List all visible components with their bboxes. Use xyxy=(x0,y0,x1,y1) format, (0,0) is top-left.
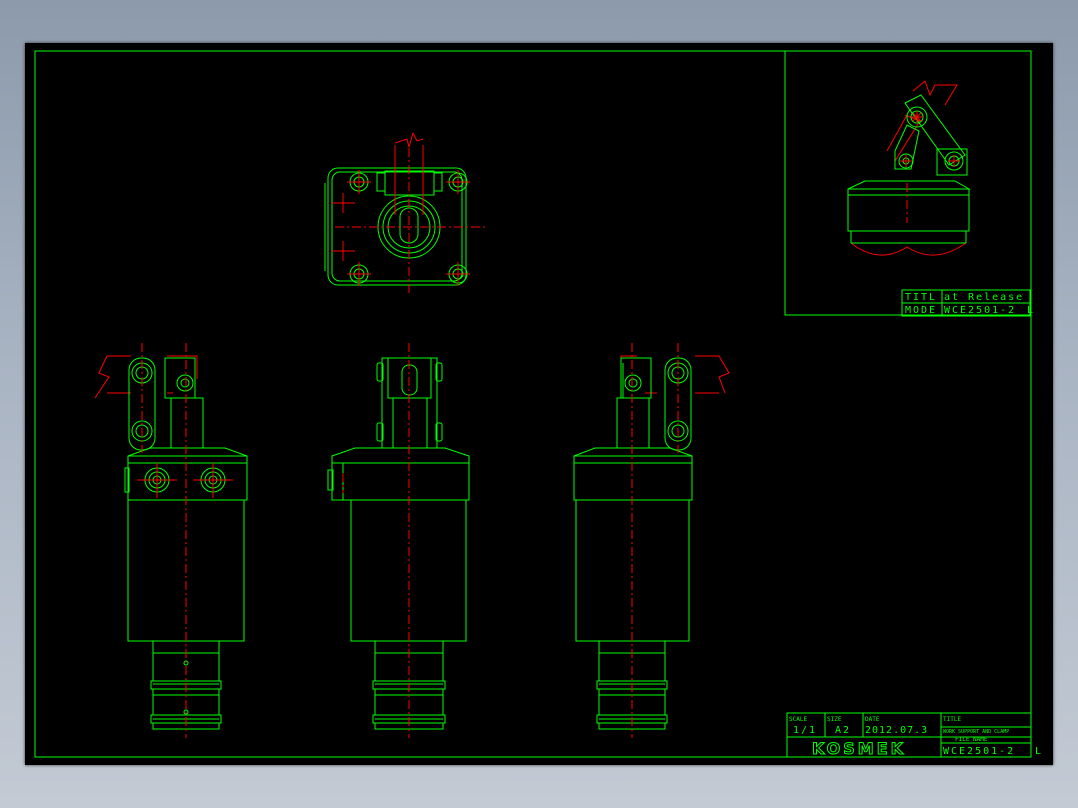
front-view-left xyxy=(94,343,248,738)
kosmek-logo: KOSMEK xyxy=(812,739,906,758)
inset-view xyxy=(847,80,971,256)
cad-drawing: TITL at Release MODE WCE2501-2 L SCALE 1… xyxy=(34,50,1041,759)
inset-title-label: TITL xyxy=(905,292,937,303)
size-label: SIZE xyxy=(827,716,842,723)
scale-label: SCALE xyxy=(789,716,807,723)
drawing-sheet: TITL at Release MODE WCE2501-2 L SCALE 1… xyxy=(25,43,1053,765)
top-view xyxy=(324,132,485,293)
front-view-center xyxy=(327,343,470,738)
title-block: SCALE 1/1 SIZE A2 DATE 2012.07.3 TITLE W… xyxy=(786,712,1041,759)
date-value: 2012.07.3 xyxy=(865,725,928,736)
front-view-right xyxy=(573,343,730,738)
inset-title-box: TITL at Release MODE WCE2501-2 L xyxy=(901,289,1033,317)
inset-title-value: at Release xyxy=(944,292,1024,303)
drawing-title-value: WORK SUPPORT AND CLAMP xyxy=(943,729,1009,735)
size-value: A2 xyxy=(835,725,851,736)
outer-border xyxy=(34,50,1032,758)
scale-value: 1/1 xyxy=(793,725,817,736)
file-name-label: FILE NAME xyxy=(955,736,988,743)
date-label: DATE xyxy=(865,716,880,723)
inset-frame xyxy=(784,50,1032,316)
file-name-value: WCE2501-2 xyxy=(943,746,1015,757)
file-name-suffix: L xyxy=(1035,746,1041,757)
inset-model-label: MODE xyxy=(905,305,937,316)
inset-model-value: WCE2501-2 xyxy=(944,305,1016,316)
inset-model-suffix: L xyxy=(1027,305,1033,316)
drawing-title-label: TITLE xyxy=(943,716,961,723)
